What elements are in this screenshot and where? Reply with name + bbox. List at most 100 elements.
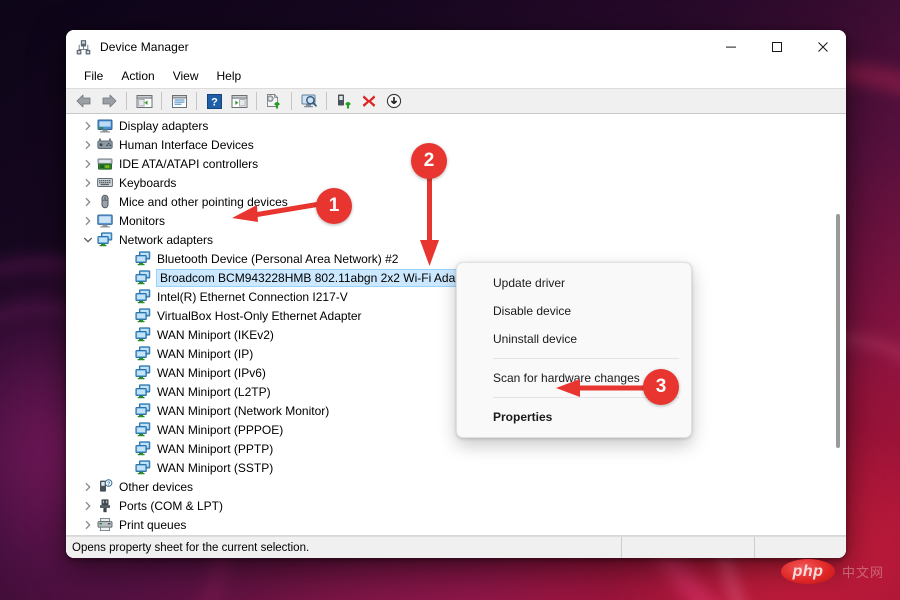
- window-title: Device Manager: [100, 40, 189, 54]
- maximize-button[interactable]: [754, 30, 800, 64]
- chevron-right-icon[interactable]: [80, 194, 96, 210]
- chevron-right-icon[interactable]: [80, 213, 96, 229]
- enable-device-button[interactable]: [332, 90, 356, 112]
- tree-row-label: Network adapters: [119, 233, 216, 247]
- forward-button[interactable]: [97, 90, 121, 112]
- chevron-right-icon[interactable]: [80, 118, 96, 134]
- context-menu: Update driver Disable device Uninstall d…: [456, 262, 692, 438]
- tree-row[interactable]: Network adapters: [80, 230, 830, 249]
- tree-row[interactable]: WAN Miniport (L2TP): [80, 382, 830, 401]
- tree-row[interactable]: Mice and other pointing devices: [80, 192, 830, 211]
- disable-device-icon: [386, 93, 402, 109]
- scan-for-hardware-changes-button[interactable]: [297, 90, 321, 112]
- tree-row[interactable]: Human Interface Devices: [80, 135, 830, 154]
- tree-row[interactable]: Intel(R) Ethernet Connection I217-V: [80, 287, 830, 306]
- menu-item-update-driver[interactable]: Update driver: [457, 269, 691, 297]
- tree-row[interactable]: Keyboards: [80, 173, 830, 192]
- tree-row[interactable]: WAN Miniport (SSTP): [80, 458, 830, 477]
- annotation-badge-1: 1: [316, 188, 352, 224]
- menu-action[interactable]: Action: [112, 67, 163, 85]
- device-manager-icon: [75, 39, 92, 56]
- help-icon: ?: [207, 94, 222, 109]
- tree-row-label: Ports (COM & LPT): [119, 499, 226, 513]
- tree-row[interactable]: Ports (COM & LPT): [80, 496, 830, 515]
- menu-help[interactable]: Help: [208, 67, 251, 85]
- tree-row[interactable]: WAN Miniport (IP): [80, 344, 830, 363]
- network-adapter-icon: [134, 403, 152, 419]
- show-hide-action-pane-icon: [231, 94, 248, 109]
- tree-row[interactable]: WAN Miniport (PPTP): [80, 439, 830, 458]
- tree-row-label: Intel(R) Ethernet Connection I217-V: [157, 290, 351, 304]
- properties-button[interactable]: [167, 90, 191, 112]
- uninstall-device-button[interactable]: [357, 90, 381, 112]
- menu-view[interactable]: View: [164, 67, 208, 85]
- tree-row[interactable]: Monitors: [80, 211, 830, 230]
- menu-item-properties[interactable]: Properties: [457, 403, 691, 431]
- show-hide-console-tree-button[interactable]: [132, 90, 156, 112]
- watermark: php 中文网: [781, 559, 884, 584]
- tree-row-label: Bluetooth Device (Personal Area Network)…: [157, 252, 401, 266]
- toolbar-separator: [326, 92, 327, 110]
- annotation-badge-2: 2: [411, 143, 447, 179]
- device-tree[interactable]: Display adaptersHuman Interface Devices I…: [66, 116, 830, 535]
- tree-row[interactable]: IDE ATA/ATAPI controllers: [80, 154, 830, 173]
- tree-row[interactable]: VirtualBox Host-Only Ethernet Adapter: [80, 306, 830, 325]
- chevron-right-icon[interactable]: [80, 479, 96, 495]
- watermark-site-text: 中文网: [842, 562, 884, 581]
- tree-row[interactable]: Processors: [80, 534, 830, 535]
- scrollbar-thumb[interactable]: [836, 214, 840, 448]
- menu-item-disable-device[interactable]: Disable device: [457, 297, 691, 325]
- enable-device-icon: [335, 93, 353, 109]
- network-adapter-icon: [134, 365, 152, 381]
- php-logo: php: [781, 559, 835, 584]
- chevron-down-icon[interactable]: [80, 232, 96, 248]
- tree-row[interactable]: WAN Miniport (IPv6): [80, 363, 830, 382]
- chevron-right-icon[interactable]: [80, 498, 96, 514]
- update-driver-button[interactable]: [262, 90, 286, 112]
- printer-icon: [96, 517, 114, 533]
- tree-row[interactable]: Broadcom BCM943228HMB 802.11abgn 2x2 Wi-…: [80, 268, 830, 287]
- chevron-right-icon[interactable]: [80, 517, 96, 533]
- tree-row[interactable]: WAN Miniport (IKEv2): [80, 325, 830, 344]
- window-controls: [708, 30, 846, 64]
- tree-row-label: IDE ATA/ATAPI controllers: [119, 157, 261, 171]
- network-adapter-icon: [134, 308, 152, 324]
- close-button[interactable]: [800, 30, 846, 64]
- tree-row[interactable]: Bluetooth Device (Personal Area Network)…: [80, 249, 830, 268]
- toolbar-separator: [256, 92, 257, 110]
- uninstall-device-icon: [361, 93, 377, 109]
- tree-row[interactable]: WAN Miniport (Network Monitor): [80, 401, 830, 420]
- network-adapter-icon: [134, 251, 152, 267]
- tree-row-spacer: [118, 365, 134, 381]
- network-adapter-icon: [134, 289, 152, 305]
- scan-for-hardware-changes-icon: [300, 93, 318, 109]
- chevron-right-icon[interactable]: [80, 175, 96, 191]
- vertical-scrollbar[interactable]: [830, 114, 846, 535]
- network-adapter-icon: [134, 327, 152, 343]
- tree-row[interactable]: ?Other devices: [80, 477, 830, 496]
- title-bar[interactable]: Device Manager: [66, 30, 846, 64]
- tree-row[interactable]: WAN Miniport (PPPOE): [80, 420, 830, 439]
- annotation-badge-3: 3: [643, 369, 679, 405]
- tree-row[interactable]: Display adapters: [80, 116, 830, 135]
- tree-row-label: Mice and other pointing devices: [119, 195, 291, 209]
- menu-file[interactable]: File: [75, 67, 112, 85]
- toolbar-separator: [161, 92, 162, 110]
- minimize-button[interactable]: [708, 30, 754, 64]
- help-button[interactable]: ?: [202, 90, 226, 112]
- tree-row[interactable]: Print queues: [80, 515, 830, 534]
- context-menu-separator: [493, 358, 679, 359]
- disable-device-button[interactable]: [382, 90, 406, 112]
- back-arrow-icon: [75, 93, 93, 109]
- back-button[interactable]: [72, 90, 96, 112]
- tree-row-spacer: [118, 251, 134, 267]
- status-pane-3: [755, 537, 846, 558]
- menu-item-uninstall-device[interactable]: Uninstall device: [457, 325, 691, 353]
- tree-row-spacer: [118, 460, 134, 476]
- status-pane-2: [622, 537, 755, 558]
- tree-row-label: WAN Miniport (IPv6): [157, 366, 269, 380]
- chevron-right-icon[interactable]: [80, 137, 96, 153]
- show-hide-action-pane-button[interactable]: [227, 90, 251, 112]
- toolbar-separator: [291, 92, 292, 110]
- chevron-right-icon[interactable]: [80, 156, 96, 172]
